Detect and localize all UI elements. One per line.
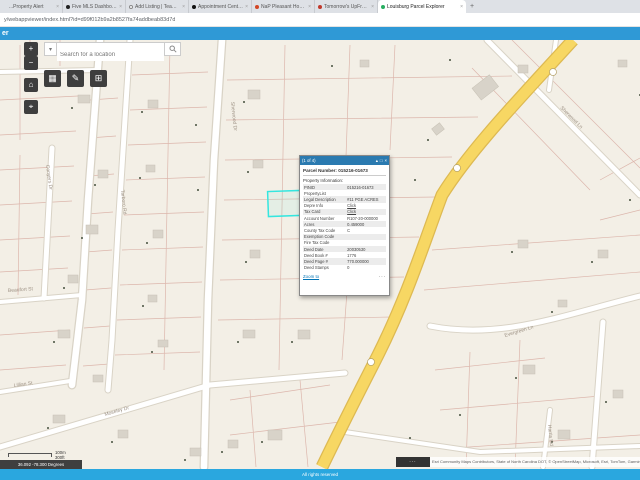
tab-title: Add Listing | Teams Web [135, 4, 180, 10]
popup-footer: Zoom to ... [303, 273, 386, 279]
my-location-button[interactable]: ⌖ [24, 100, 38, 114]
attr-value: 0 [346, 265, 386, 271]
draw-button[interactable]: ✎ [67, 70, 84, 87]
tab-favicon [192, 5, 196, 9]
four-squares-icon: ⊞ [95, 73, 103, 84]
plus-icon: + [29, 45, 34, 53]
attribution-toggle-button[interactable]: ... [396, 457, 430, 467]
zoom-out-button[interactable]: − [24, 56, 38, 70]
tab-favicon [318, 5, 322, 9]
basemap-grid-icon: ▦ [48, 73, 57, 84]
browser-window: ...Property Alert × Five MLS Dashboard ×… [0, 0, 640, 480]
app-title-fragment: er [2, 30, 9, 37]
scale-bar: 100m 300ft [8, 450, 68, 460]
tab-close-icon[interactable]: × [371, 4, 374, 10]
chevron-down-icon: ▾ [49, 46, 52, 53]
popup-title-bar[interactable]: (1 of 4) ▴ □ × [300, 156, 389, 165]
tab-property-alert[interactable]: ...Property Alert × [0, 0, 63, 13]
tab-title: Five MLS Dashboard [72, 4, 117, 10]
tab-five-mls-dashboard[interactable]: Five MLS Dashboard × [63, 0, 126, 13]
tab-favicon [255, 5, 259, 9]
pencil-icon: ✎ [72, 73, 80, 84]
tab-title: NaP Pleasant Hope Rd, Kenn [261, 4, 306, 10]
dock-icon[interactable]: ▴ [376, 158, 378, 164]
street-label: Sherwood Dr [229, 102, 238, 132]
search-input[interactable] [57, 49, 164, 61]
minus-icon: − [29, 59, 34, 67]
map-attribution: Esri Community Maps Contributors, State … [430, 457, 640, 467]
attr-label: Deed Stamps [303, 265, 346, 271]
tab-close-icon[interactable]: × [56, 4, 59, 10]
popup-pagination: (1 of 4) [302, 158, 316, 163]
locate-icon: ⌖ [29, 103, 34, 111]
url-text[interactable]: y/webappviewer/index.html?id=d99f012b9a2… [0, 17, 175, 23]
home-icon: ⌂ [29, 81, 34, 89]
popup-body: Parcel Number: 015216-01673 Property Inf… [300, 165, 389, 295]
tab-add-listing[interactable]: Add Listing | Teams Web × [126, 0, 189, 13]
zoom-in-button[interactable]: + [24, 42, 38, 56]
scale-bar-line [8, 453, 52, 457]
tab-title: Appointment Center - NaP [198, 4, 243, 10]
parcel-number-header: Parcel Number: 015216-01673 [303, 168, 386, 173]
rights-text: All rights reserved [302, 472, 338, 477]
more-options-icon[interactable]: ... [379, 273, 386, 279]
close-icon[interactable]: × [384, 158, 387, 163]
tab-favicon [3, 5, 7, 9]
new-tab-button[interactable]: + [466, 0, 478, 13]
app-footer: All rights reserved [0, 469, 640, 480]
zoom-to-link[interactable]: Zoom to [303, 274, 319, 279]
browser-url-bar[interactable]: y/webappviewer/index.html?id=d99f012b9a2… [0, 13, 640, 27]
app-header: er [0, 27, 640, 40]
search-box [57, 42, 165, 56]
feature-popup: (1 of 4) ▴ □ × Parcel Number: 015216-016… [299, 155, 390, 296]
tab-close-icon[interactable]: × [308, 4, 311, 10]
tab-upfront-edition[interactable]: Tomorrow's UpFront Edition × [315, 0, 378, 13]
tab-louisburg-parcel-explorer[interactable]: Louisburg Parcel Explorer × [378, 0, 466, 13]
search-source-dropdown[interactable]: ▾ [44, 42, 57, 56]
divider [303, 175, 386, 176]
tab-close-icon[interactable]: × [182, 4, 185, 10]
coordinates-readout: 36.092 -78.300 Degrees [0, 460, 82, 469]
search-icon [169, 45, 177, 53]
tab-close-icon[interactable]: × [119, 4, 122, 10]
property-information-heading: Property Information: [303, 178, 386, 183]
maximize-icon[interactable]: □ [380, 158, 383, 163]
table-row: Deed Stamps0 [303, 265, 386, 271]
search-button[interactable] [165, 42, 181, 56]
browser-tab-strip: ...Property Alert × Five MLS Dashboard ×… [0, 0, 640, 13]
tab-close-icon[interactable]: × [245, 4, 248, 10]
tab-appointment-center[interactable]: Appointment Center - NaP × [189, 0, 252, 13]
tab-favicon [66, 5, 70, 9]
tab-favicon [381, 5, 385, 9]
attribute-table: PINID015216-01673 PropertyList Legal Des… [303, 184, 386, 271]
tab-title: Tomorrow's UpFront Edition [324, 4, 369, 10]
basemap-gallery-button[interactable]: ▦ [44, 70, 61, 87]
tab-title: Louisburg Parcel Explorer [387, 4, 458, 10]
tab-pleasant-hope-rd[interactable]: NaP Pleasant Hope Rd, Kenn × [252, 0, 315, 13]
selected-parcel-highlight[interactable] [268, 190, 302, 216]
tab-close-icon[interactable]: × [460, 4, 463, 10]
widgets-button[interactable]: ⊞ [90, 70, 107, 87]
tab-favicon [129, 5, 133, 9]
home-button[interactable]: ⌂ [24, 78, 38, 92]
street-label: Beaufort St [8, 286, 34, 294]
tab-title: ...Property Alert [9, 4, 54, 10]
